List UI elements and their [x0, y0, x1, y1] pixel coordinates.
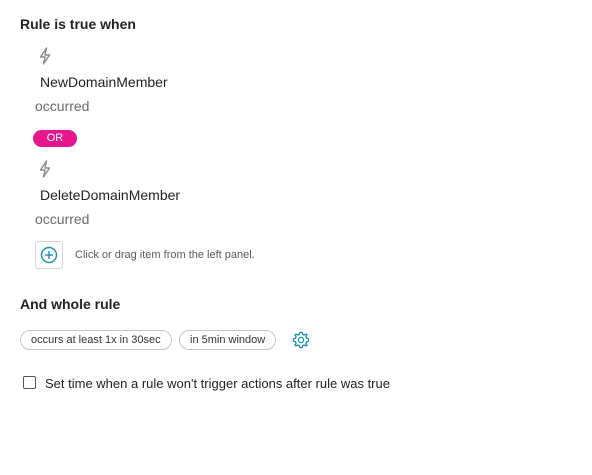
no-trigger-time-checkbox[interactable]	[23, 376, 36, 389]
lightning-bolt-icon	[38, 160, 52, 183]
condition-state-label: occurred	[35, 98, 90, 114]
whole-rule-section-title: And whole rule	[20, 296, 121, 312]
lightning-bolt-icon	[38, 47, 52, 70]
condition-name-new-domain-member[interactable]: NewDomainMember	[40, 74, 168, 90]
add-item-hint: Click or drag item from the left panel.	[75, 249, 255, 261]
plus-circle-icon	[40, 246, 58, 264]
no-trigger-time-label[interactable]: Set time when a rule won't trigger actio…	[45, 376, 390, 391]
condition-name-delete-domain-member[interactable]: DeleteDomainMember	[40, 187, 180, 203]
window-chip[interactable]: in 5min window	[179, 330, 277, 350]
condition-state-label: occurred	[35, 211, 90, 227]
or-operator-badge[interactable]: OR	[33, 130, 77, 147]
rule-section-title: Rule is true when	[20, 16, 136, 32]
add-condition-button[interactable]	[35, 241, 63, 269]
frequency-chip[interactable]: occurs at least 1x in 30sec	[20, 330, 172, 350]
gear-icon[interactable]	[292, 331, 310, 354]
